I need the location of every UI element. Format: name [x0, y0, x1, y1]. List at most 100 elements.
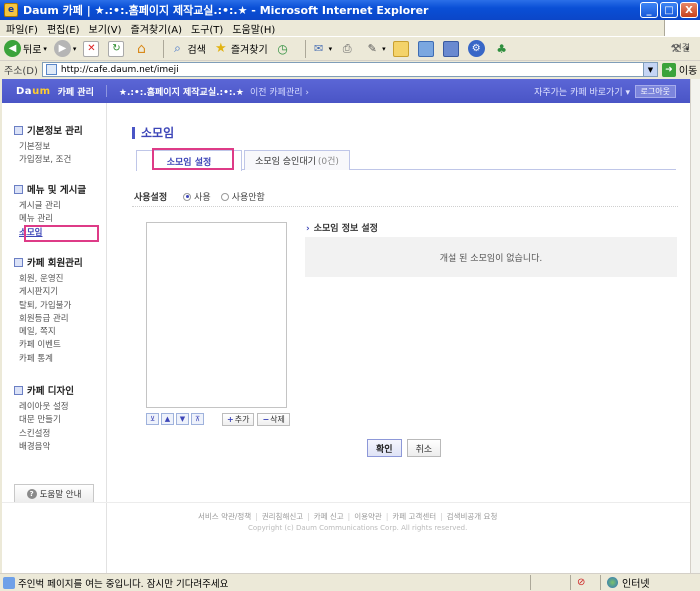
menu-view[interactable]: 보기(V)	[89, 21, 122, 36]
footer-separator: |	[307, 512, 310, 521]
edit-button[interactable]: ✎ ▾	[364, 41, 386, 57]
cancel-button[interactable]: 취소	[406, 439, 442, 457]
section-title-text: 카페 회원관리	[27, 258, 83, 269]
sidebar-item-layout[interactable]: 레이아웃 설정	[14, 401, 74, 414]
mail-button[interactable]: ✉ ▾	[311, 41, 332, 57]
settings-button[interactable]: ⚙	[467, 40, 487, 57]
cafe-name[interactable]: ★.:•:.홈페이지 제작교실.:•:.★	[119, 85, 244, 98]
move-up-button[interactable]: ▲	[161, 413, 174, 425]
sidebar-item-join-info[interactable]: 가입정보, 조건	[14, 154, 83, 167]
stop-button[interactable]: ✕	[83, 40, 101, 57]
close-button[interactable]: X	[680, 2, 698, 18]
page-title: 소모임	[132, 124, 174, 141]
daum-logo[interactable]: Daum	[16, 86, 51, 97]
home-icon: ⌂	[136, 40, 146, 57]
group-info-title: › 소모임 정보 설정	[306, 221, 378, 234]
move-top-button[interactable]: ⊼	[191, 413, 204, 425]
divider	[132, 206, 678, 207]
forward-arrow-icon: ▶	[53, 40, 71, 57]
sidebar-item-mail[interactable]: 메일, 쪽지	[14, 326, 83, 339]
search-button[interactable]: ⌕ 검색	[169, 41, 206, 57]
sidebar-item-skin[interactable]: 스킨설정	[14, 428, 74, 441]
sidebar-section-title[interactable]: 카페 회원관리	[14, 255, 83, 269]
empty-state-box: 개설 된 소모임이 없습니다.	[305, 237, 677, 277]
print-button[interactable]: ⎙	[339, 41, 357, 57]
address-url: http://cafe.daum.net/imeji	[60, 64, 179, 75]
maximize-button[interactable]: □	[660, 2, 678, 18]
menu-favorites[interactable]: 즐겨찾기(A)	[131, 21, 182, 36]
confirm-button[interactable]: 확인	[367, 439, 402, 457]
usage-on-radio[interactable]: 사용	[183, 190, 211, 203]
footer-link-terms[interactable]: 서비스 약관/정책	[198, 512, 251, 521]
tab-pending-approval[interactable]: 소모임 승인대기 (0건)	[244, 150, 350, 170]
sidebar-item-grades[interactable]: 회원등급 관리	[14, 313, 83, 326]
back-arrow-icon: ◀	[4, 40, 21, 57]
forward-button[interactable]: ▶ ▾	[53, 40, 76, 57]
cafe-admin-header: Daum 카페 관리 ★.:•:.홈페이지 제작교실.:•:.★ 이전 카페관리…	[2, 79, 690, 103]
links-label[interactable]: 연결	[673, 41, 690, 54]
cafe-mgmt-title[interactable]: 카페 관리	[58, 85, 94, 98]
move-down-button[interactable]: ▼	[176, 413, 189, 425]
window-controls: _ □ X	[640, 2, 698, 18]
usage-off-radio[interactable]: 사용안함	[220, 190, 265, 203]
header-divider	[105, 85, 107, 97]
footer-link-agreement[interactable]: 이용약관	[354, 512, 382, 521]
sidebar-item-front-page[interactable]: 대문 만들기	[14, 414, 74, 427]
print-icon: ⎙	[342, 41, 352, 55]
refresh-icon: ↻	[108, 40, 125, 57]
refresh-button[interactable]: ↻	[108, 40, 126, 57]
footer-separator: |	[255, 512, 258, 521]
history-button[interactable]: ◷	[275, 41, 293, 57]
sidebar-item-basic-info[interactable]: 기본정보	[14, 141, 83, 154]
status-pane	[530, 575, 570, 590]
info-title-text: 소모임 정보 설정	[313, 224, 378, 234]
menu-edit[interactable]: 편집(E)	[47, 21, 80, 36]
menu-tools[interactable]: 도구(T)	[191, 21, 223, 36]
vertical-scrollbar[interactable]	[690, 79, 700, 573]
edit-icon: ✎	[367, 42, 377, 55]
footer-link-report[interactable]: 카페 신고	[314, 512, 344, 521]
address-input[interactable]: http://cafe.daum.net/imeji ▼	[41, 62, 658, 77]
help-icon: ?	[26, 488, 37, 499]
messenger-button[interactable]	[417, 40, 436, 57]
help-guide-button[interactable]: ? 도움말 안내	[14, 484, 94, 503]
zone-label: 인터넷	[622, 579, 650, 590]
add-button[interactable]: + 추가	[222, 413, 255, 426]
sidebar-item-board-keepers[interactable]: 게시판지기	[14, 286, 83, 299]
back-button[interactable]: ◀ 뒤로 ▾	[4, 40, 47, 57]
sidebar-section-title[interactable]: 메뉴 및 게시글	[14, 182, 86, 196]
move-bottom-button[interactable]: ⊻	[146, 413, 159, 425]
edit-dropdown-icon: ▾	[382, 44, 386, 53]
toolbar-separator	[163, 39, 165, 58]
sidebar-item-posts[interactable]: 게시글 관리	[14, 200, 86, 213]
delete-button[interactable]: − 삭제	[257, 413, 290, 426]
sidebar-section-title[interactable]: 기본정보 관리	[14, 123, 83, 137]
sidebar-item-members[interactable]: 회원, 운영진	[14, 273, 83, 286]
popup-blocker-icon[interactable]: ⊘	[570, 575, 600, 590]
sidebar-item-withdrawal[interactable]: 탈퇴, 가입불가	[14, 300, 83, 313]
media-button[interactable]	[442, 40, 461, 57]
chevron-right-icon: ›	[306, 224, 310, 234]
contacts-button[interactable]: ♣	[494, 41, 512, 57]
address-dropdown-icon[interactable]: ▼	[642, 63, 657, 76]
quick-cafe-dropdown[interactable]: 자주가는 카페 바로가기 ▾	[534, 85, 630, 98]
footer-link-rights[interactable]: 권리침해신고	[262, 512, 303, 521]
folder-button[interactable]	[392, 40, 411, 57]
section-title-text: 기본정보 관리	[27, 126, 83, 137]
menu-file[interactable]: 파일(F)	[6, 21, 38, 36]
sidebar-section-title[interactable]: 카페 디자인	[14, 383, 74, 397]
sidebar-item-stats[interactable]: 카페 통계	[14, 353, 83, 366]
prev-mgmt-link[interactable]: 이전 카페관리 ›	[250, 85, 309, 98]
sidebar-item-bgm[interactable]: 배경음악	[14, 441, 74, 454]
logout-button[interactable]: 로그아웃	[634, 85, 676, 98]
favorites-button[interactable]: ★ 즐겨찾기	[213, 41, 268, 57]
sidebar-item-events[interactable]: 카페 이벤트	[14, 339, 83, 352]
menu-help[interactable]: 도움말(H)	[232, 21, 275, 36]
mail-icon: ✉	[314, 42, 324, 55]
group-list-box[interactable]	[146, 222, 287, 408]
footer-link-search-private[interactable]: 검색비공개 요청	[447, 512, 498, 521]
go-button[interactable]: ➜ 이동	[661, 62, 697, 77]
footer-link-support[interactable]: 카페 고객센터	[392, 512, 436, 521]
home-button[interactable]: ⌂	[133, 41, 151, 57]
minimize-button[interactable]: _	[640, 2, 658, 18]
